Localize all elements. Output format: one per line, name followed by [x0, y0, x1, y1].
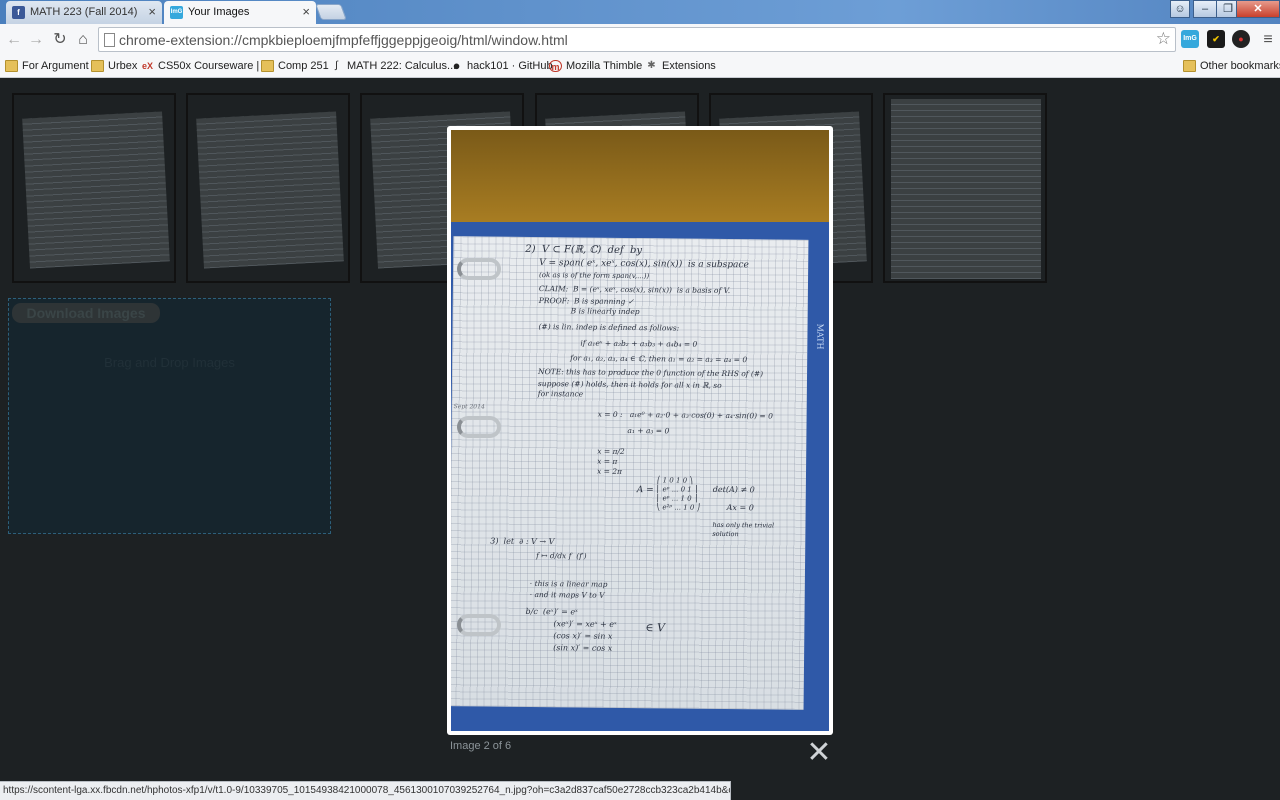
address-bar[interactable]: ☆: [98, 27, 1176, 52]
bookmark-hack101[interactable]: ● hack101 · GitHub: [450, 58, 553, 75]
thimble-icon: m: [549, 60, 562, 72]
handwritten-line: (#) is lin. indep is defined as follows:: [538, 322, 680, 333]
notebook-tab-label: MATH: [815, 323, 825, 350]
binder-ring: [457, 416, 501, 438]
folder-icon: [1183, 60, 1196, 72]
bookmark-star-icon[interactable]: ☆: [1156, 29, 1171, 49]
handwritten-line: 3) let ∂ : V → V: [490, 536, 555, 547]
bookmark-label: Extensions: [662, 60, 716, 72]
bookmark-label: Comp 251: [278, 60, 329, 72]
edx-icon: eX: [141, 61, 153, 71]
bookmark-label: For Argument: [22, 60, 89, 72]
handwritten-line: has only the trivial solution: [712, 520, 775, 539]
drop-zone[interactable]: Download Images Brag and Drop Images: [8, 298, 331, 534]
handwritten-line: a₁ + a₃ = 0: [627, 425, 670, 436]
bookmark-urbex[interactable]: Urbex: [91, 58, 137, 75]
img-extension-icon: ImG: [170, 6, 183, 19]
close-lightbox-icon[interactable]: ✕: [806, 738, 832, 768]
folder-icon: [5, 60, 18, 72]
image-counter: Image 2 of 6: [450, 740, 512, 752]
bookmark-label: hack101 · GitHub: [467, 60, 553, 72]
binder-ring: [457, 614, 501, 636]
bookmark-label: CS50x Courseware | ...: [158, 60, 272, 72]
bookmark-math222[interactable]: ∫ MATH 222: Calculus...: [330, 58, 456, 75]
notebook-photo: 2) V ⊂ F(ℝ, ℂ) def by V = span( eˣ, xeˣ,…: [451, 130, 829, 731]
handwritten-line: B is linearly indep: [570, 306, 640, 317]
tab-your-images[interactable]: ImG Your Images ×: [164, 1, 316, 24]
bookmark-label: Mozilla Thimble: [566, 60, 643, 72]
handwritten-line: (ok as is of the form span(v,...)): [539, 271, 650, 281]
margin-note: Sept 2014: [453, 403, 485, 411]
image-thumbnail[interactable]: [12, 93, 176, 283]
bookmark-label: Urbex: [108, 60, 138, 72]
handwritten-line: Ax = 0: [726, 503, 754, 513]
download-images-button[interactable]: Download Images: [12, 303, 160, 323]
close-tab-icon[interactable]: ×: [148, 4, 156, 20]
window-close-button[interactable]: ✕: [1236, 0, 1280, 18]
status-bar-url: https://scontent-lga.xx.fbcdn.net/hphoto…: [0, 781, 731, 800]
handwritten-line: x = 2π: [596, 466, 623, 476]
notebook-page: 2) V ⊂ F(ℝ, ℂ) def by V = span( eˣ, xeˣ,…: [451, 236, 809, 710]
bookmark-other[interactable]: Other bookmarks: [1183, 58, 1280, 75]
handwritten-line: f ↦ d/dx f (f′): [536, 551, 587, 561]
bookmark-cs50x[interactable]: eX CS50x Courseware | ...: [141, 58, 272, 75]
folder-icon: [261, 60, 274, 72]
close-tab-icon[interactable]: ×: [302, 4, 310, 20]
check-extension-icon[interactable]: ✔: [1207, 30, 1225, 48]
drop-zone-label: Brag and Drop Images: [104, 355, 235, 370]
handwritten-line: for instance: [537, 389, 584, 399]
tab-title: MATH 223 (Fall 2014): [30, 6, 138, 18]
binder-ring: [457, 258, 501, 280]
img-extension-icon[interactable]: ImG: [1181, 30, 1199, 48]
tab-title: Your Images: [188, 6, 250, 18]
page-icon: [104, 33, 115, 47]
folder-icon: [91, 60, 104, 72]
handwritten-line: A =: [636, 485, 654, 496]
handwritten-line: · and it maps V to V: [529, 589, 605, 600]
forward-arrow-icon[interactable]: →: [26, 31, 46, 49]
tab-strip: f MATH 223 (Fall 2014) × ImG Your Images…: [0, 0, 1280, 24]
handwritten-line: x = 0 : a₁e⁰ + a₂·0 + a₃·cos(0) + a₄·sin…: [597, 409, 773, 421]
ladybug-extension-icon[interactable]: ●: [1232, 30, 1250, 48]
handwritten-line: det(A) ≠ 0: [712, 484, 755, 495]
image-thumbnail[interactable]: [883, 93, 1047, 283]
matrix: ⎛ 1 0 1 0 ⎞ ⎜ eᵖ ... 0 1 ⎟ ⎜ eᵖ ... 1 0 …: [656, 476, 701, 512]
handwritten-line: 2) V ⊂ F(ℝ, ℂ) def by: [525, 243, 643, 257]
home-icon[interactable]: ⌂: [73, 31, 93, 49]
integral-icon: ∫: [335, 60, 338, 71]
handwritten-line: ∈ V: [645, 621, 666, 635]
bookmark-label: MATH 222: Calculus...: [347, 60, 457, 72]
bookmark-extensions[interactable]: ✱ Extensions: [645, 58, 716, 75]
facebook-icon: f: [12, 6, 25, 19]
bookmark-comp251[interactable]: Comp 251: [261, 58, 329, 75]
browser-toolbar: ← → ↻ ⌂ ☆ ImG ✔ ● ≡: [0, 24, 1280, 56]
minimize-button[interactable]: –: [1193, 0, 1217, 18]
back-arrow-icon[interactable]: ←: [4, 31, 24, 49]
lightbox: 2) V ⊂ F(ℝ, ℂ) def by V = span( eˣ, xeˣ,…: [447, 126, 833, 735]
puzzle-icon: ✱: [647, 60, 656, 71]
reload-icon[interactable]: ↻: [50, 31, 70, 49]
handwritten-line: if a₁eˣ + a₂b₂ + a₃b₃ + a₄b₄ = 0: [580, 338, 698, 349]
tab-math223[interactable]: f MATH 223 (Fall 2014) ×: [6, 1, 162, 24]
profile-icon[interactable]: ☺: [1170, 0, 1190, 18]
bookmarks-bar: For Argument Urbex eX CS50x Courseware |…: [0, 56, 1280, 78]
url-input[interactable]: [119, 30, 1149, 49]
new-tab-button[interactable]: [315, 4, 347, 20]
bookmark-for-argument[interactable]: For Argument: [5, 58, 89, 75]
image-thumbnail[interactable]: [186, 93, 350, 283]
handwritten-line: (sin x)′ = cos x: [553, 643, 613, 653]
github-icon: ●: [452, 58, 461, 73]
bookmark-thimble[interactable]: m Mozilla Thimble: [549, 58, 642, 75]
menu-icon[interactable]: ≡: [1258, 31, 1278, 49]
handwritten-line: for a₁, a₂, a₃, a₄ ∈ ℂ, then a₁ = a₂ = a…: [570, 353, 748, 365]
bookmark-label: Other bookmarks: [1200, 60, 1280, 72]
